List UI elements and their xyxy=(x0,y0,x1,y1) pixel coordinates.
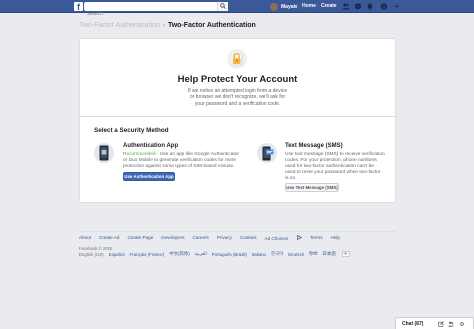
top-navigation-bar: f Mayate Home Create ? xyxy=(0,0,474,19)
language-link[interactable]: 한국어 xyxy=(271,251,283,257)
phone-app-icon xyxy=(99,145,109,161)
language-link[interactable]: العربية xyxy=(195,251,207,257)
account-menu-caret-icon[interactable] xyxy=(393,3,401,10)
create-link[interactable]: Create xyxy=(321,3,337,10)
footer-link-ad-choices-label: Ad Choices xyxy=(264,235,289,241)
language-link[interactable]: हिन्दी xyxy=(309,251,317,257)
authentication-app-description: Recommended · Use an app like Google Aut… xyxy=(123,152,240,170)
footer-link-developers[interactable]: Developers xyxy=(161,235,184,241)
notifications-bell-icon[interactable] xyxy=(366,3,374,10)
footer-link-cookies[interactable]: Cookies xyxy=(240,235,257,241)
new-group-icon[interactable] xyxy=(448,321,454,327)
footer-link-help[interactable]: Help xyxy=(331,235,340,241)
home-link[interactable]: Home xyxy=(302,3,316,10)
chat-label: Chat (87) xyxy=(402,321,424,327)
footer-link-create-ad[interactable]: Create Ad xyxy=(99,235,119,241)
nav-divider xyxy=(297,3,298,10)
recommended-label: Recommended xyxy=(123,152,156,157)
footer-link-ad-choices[interactable]: Ad Choices xyxy=(264,234,303,241)
search-input[interactable] xyxy=(84,9,228,19)
search-button[interactable] xyxy=(217,2,228,11)
current-language: English (US) xyxy=(79,251,104,257)
language-link[interactable]: Français (France) xyxy=(130,252,165,257)
profile-link[interactable]: Mayate xyxy=(270,2,298,11)
ad-choices-icon xyxy=(297,234,303,241)
language-link[interactable]: Português (Brasil) xyxy=(212,252,247,257)
footer-link-terms[interactable]: Terms xyxy=(310,235,323,241)
footer-links: About Create Ad Create Page Developers C… xyxy=(79,234,348,241)
language-list: English (US) Español Français (France) 中… xyxy=(79,251,350,257)
friends-icon[interactable] xyxy=(342,3,350,10)
section-divider xyxy=(80,116,395,117)
footer-link-privacy[interactable]: Privacy xyxy=(217,235,232,241)
language-link[interactable]: Español xyxy=(109,252,125,257)
text-message-title: Text Message (SMS) xyxy=(285,143,343,149)
authentication-app-badge xyxy=(94,143,114,163)
chat-bar[interactable]: Chat (87) xyxy=(395,317,474,329)
lock-badge xyxy=(227,49,247,69)
profile-name: Mayate xyxy=(281,3,298,10)
language-link[interactable]: 日本語 xyxy=(323,251,336,257)
text-message-badge xyxy=(257,143,277,163)
messenger-icon[interactable] xyxy=(354,3,362,10)
search-icon xyxy=(220,3,226,9)
language-link[interactable]: Deutsch xyxy=(288,252,304,257)
two-factor-card: Help Protect Your Account If we notice a… xyxy=(79,38,396,203)
footer-link-create-page[interactable]: Create Page xyxy=(127,235,153,241)
language-link[interactable]: Italiano xyxy=(252,252,266,257)
chat-options-gear-icon[interactable] xyxy=(459,321,465,327)
footer-link-about[interactable]: About xyxy=(79,235,91,241)
footer-divider xyxy=(79,231,396,232)
text-message-description: Use text message (SMS) to receive verifi… xyxy=(285,152,385,181)
breadcrumb-parent-link[interactable]: Two-Factor Authentication xyxy=(79,22,160,29)
help-question-icon[interactable]: ? xyxy=(380,3,388,10)
lock-icon xyxy=(233,53,243,66)
footer-link-careers[interactable]: Careers xyxy=(193,235,209,241)
sms-phone-icon xyxy=(262,146,274,161)
search-box xyxy=(84,2,228,19)
use-text-message-button[interactable]: Use Text Message (SMS) xyxy=(285,183,339,192)
nav-divider xyxy=(317,3,318,10)
page-title: Two-Factor Authentication xyxy=(167,22,256,29)
compose-message-icon[interactable] xyxy=(438,321,444,327)
breadcrumb: Two-Factor Authentication › Two-Factor Aut… xyxy=(79,21,256,31)
facebook-logo-icon[interactable]: f xyxy=(74,2,83,11)
breadcrumb-chevron-icon: › xyxy=(162,23,165,29)
security-method-heading: Select a Security Method xyxy=(94,127,169,134)
hero-description: If we notice an attempted login from a d… xyxy=(187,88,288,107)
language-link[interactable]: 中文(简体) xyxy=(169,251,190,257)
more-languages-button[interactable]: + xyxy=(341,251,350,257)
nav-divider xyxy=(377,3,378,10)
avatar xyxy=(270,2,278,11)
authentication-app-title: Authentication App xyxy=(123,143,179,149)
hero-title: Help Protect Your Account xyxy=(177,74,298,85)
svg-text:?: ? xyxy=(383,4,386,10)
use-authentication-app-button[interactable]: Use Authentication App xyxy=(123,172,175,181)
